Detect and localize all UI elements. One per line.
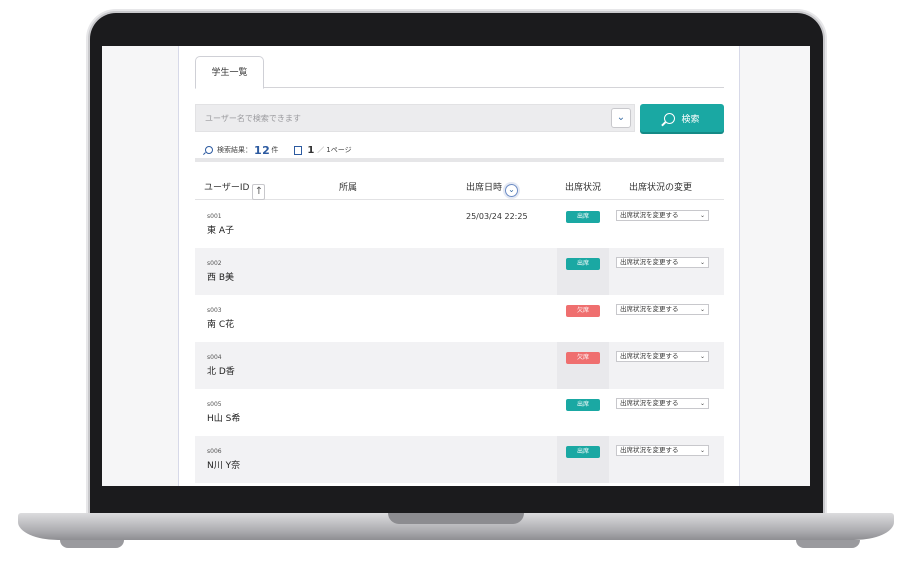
divider — [195, 158, 724, 162]
change-status-select[interactable]: 出席状況を変更する ⌄ — [616, 304, 709, 315]
select-label: 出席状況を変更する — [620, 211, 679, 219]
user-name: 東 A子 — [207, 226, 235, 236]
select-label: 出席状況を変更する — [620, 352, 679, 360]
user-id: s001 — [207, 213, 222, 220]
change-status-select[interactable]: 出席状況を変更する ⌄ — [616, 445, 709, 456]
search-input[interactable] — [196, 105, 606, 131]
search-box: ⌄ — [195, 104, 635, 132]
main-panel: 学生一覧 ⌄ 検索 検索結果： 12 件 1 ／ 1ページ ユーザーI — [178, 46, 740, 486]
result-label: 検索結果： — [217, 146, 252, 154]
laptop-foot-left — [60, 540, 124, 548]
search-row: ⌄ 検索 — [195, 104, 724, 132]
tab-student-list[interactable]: 学生一覧 — [195, 56, 264, 89]
laptop-foot-right — [796, 540, 860, 548]
user-id: s005 — [207, 401, 222, 408]
table-row: s001 東 A子 25/03/24 22:25 出席 出席状況を変更する ⌄ — [195, 201, 724, 248]
page-icon — [294, 145, 303, 155]
sort-descending-icon[interactable]: ⌄ — [505, 184, 519, 197]
page-total: 1ページ — [326, 146, 352, 154]
chevron-down-icon: ⌄ — [699, 353, 705, 360]
header-user-id-label: ユーザーID — [204, 183, 250, 193]
select-label: 出席状況を変更する — [620, 305, 679, 313]
chevron-down-icon: ⌄ — [699, 212, 705, 219]
page-current: 1 — [307, 144, 315, 156]
search-result-icon — [205, 146, 213, 154]
user-id: s004 — [207, 354, 222, 361]
user-name: 北 D香 — [207, 367, 235, 377]
select-label: 出席状況を変更する — [620, 258, 679, 266]
change-status-select[interactable]: 出席状況を変更する ⌄ — [616, 351, 709, 362]
status-badge: 出席 — [566, 399, 600, 411]
user-name: H山 S希 — [207, 414, 241, 424]
header-change-status: 出席状況の変更 — [629, 183, 693, 193]
header-datetime-label: 出席日時 — [466, 183, 503, 193]
search-button[interactable]: 検索 — [640, 104, 724, 132]
chevron-down-icon[interactable]: ⌄ — [611, 108, 631, 128]
status-badge: 出席 — [566, 211, 600, 223]
attendance-datetime: 25/03/24 22:25 — [466, 212, 528, 221]
laptop-screen: 学生一覧 ⌄ 検索 検索結果： 12 件 1 ／ 1ページ ユーザーI — [102, 46, 810, 486]
select-label: 出席状況を変更する — [620, 399, 679, 407]
status-badge: 欠席 — [566, 352, 600, 364]
table-row: s006 N川 Y奈 出席 出席状況を変更する ⌄ — [195, 436, 724, 483]
user-name: 南 C花 — [207, 320, 235, 330]
result-meta: 検索結果： 12 件 1 ／ 1ページ — [205, 143, 352, 157]
header-status: 出席状況 — [565, 183, 602, 193]
chevron-down-icon: ⌄ — [699, 447, 705, 454]
chevron-down-icon: ⌄ — [699, 259, 705, 266]
header-affiliation: 所属 — [339, 183, 358, 193]
chevron-down-icon: ⌄ — [699, 400, 705, 407]
user-name: 西 B美 — [207, 273, 235, 283]
user-id: s003 — [207, 307, 222, 314]
tab-bar: 学生一覧 — [195, 56, 724, 89]
table-header: ユーザーID ↑ 所属 出席日時 ⌄ 出席状況 出席状況の変更 — [195, 172, 724, 200]
table-row: s005 H山 S希 出席 出席状況を変更する ⌄ — [195, 389, 724, 436]
header-datetime: 出席日時 ⌄ — [466, 180, 519, 197]
change-status-select[interactable]: 出席状況を変更する ⌄ — [616, 257, 709, 268]
chevron-down-icon: ⌄ — [699, 306, 705, 313]
table-row: s002 西 B美 出席 出席状況を変更する ⌄ — [195, 248, 724, 295]
change-status-select[interactable]: 出席状況を変更する ⌄ — [616, 210, 709, 221]
status-badge: 出席 — [566, 446, 600, 458]
user-name: N川 Y奈 — [207, 461, 241, 471]
search-button-label: 検索 — [681, 114, 700, 125]
page-separator: ／ — [317, 146, 325, 154]
result-unit: 件 — [271, 146, 279, 154]
laptop-notch — [388, 513, 524, 524]
sort-ascending-icon[interactable]: ↑ — [252, 184, 266, 200]
table-body: s001 東 A子 25/03/24 22:25 出席 出席状況を変更する ⌄ s… — [195, 201, 724, 483]
header-user-id: ユーザーID ↑ — [204, 180, 266, 200]
result-count: 12 — [254, 143, 271, 157]
user-id: s006 — [207, 448, 222, 455]
table-row: s003 南 C花 欠席 出席状況を変更する ⌄ — [195, 295, 724, 342]
search-icon — [664, 112, 676, 124]
user-id: s002 — [207, 260, 222, 267]
table-row: s004 北 D香 欠席 出席状況を変更する ⌄ — [195, 342, 724, 389]
select-label: 出席状況を変更する — [620, 446, 679, 454]
status-badge: 出席 — [566, 258, 600, 270]
status-badge: 欠席 — [566, 305, 600, 317]
change-status-select[interactable]: 出席状況を変更する ⌄ — [616, 398, 709, 409]
